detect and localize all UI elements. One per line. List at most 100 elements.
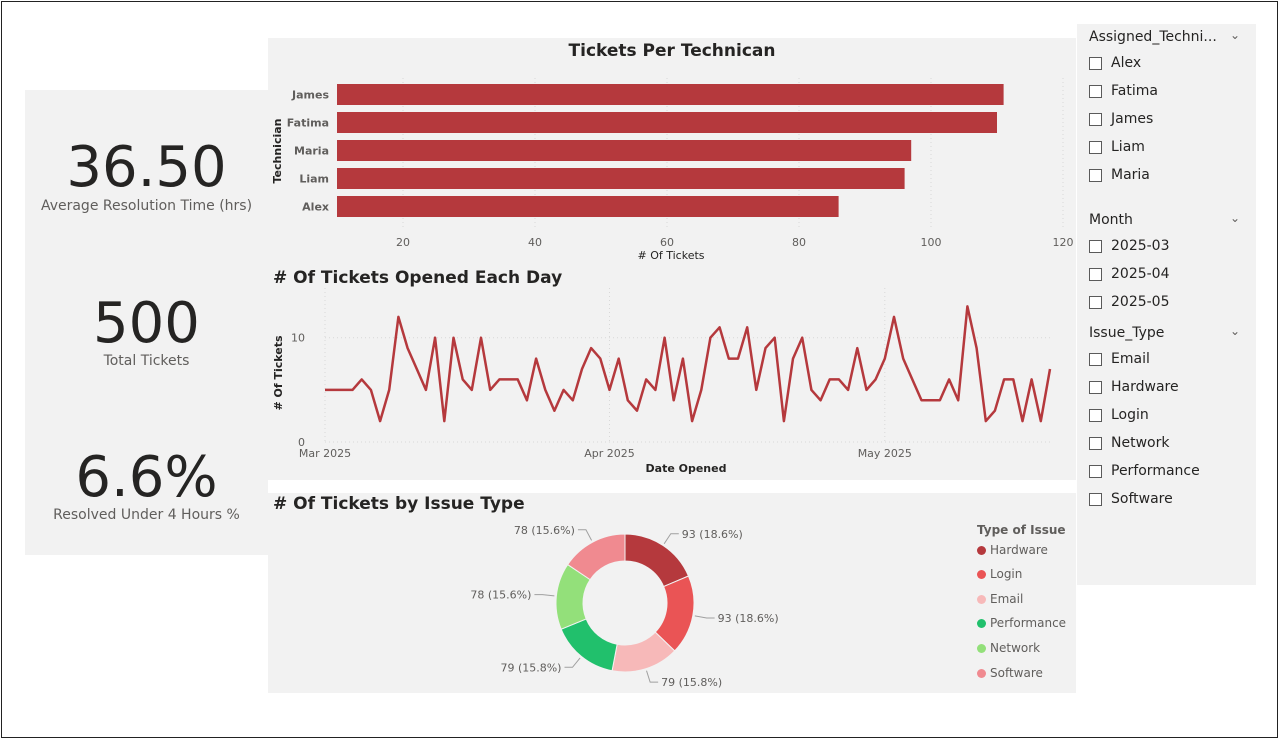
checkbox[interactable] (1089, 239, 1102, 253)
leader-line (694, 615, 715, 619)
total-tickets-label: Total Tickets (103, 353, 190, 369)
technician-slicer-title: Assigned_Techni... (1089, 29, 1217, 45)
legend-label: Hardware (990, 543, 1048, 557)
x-tick-label: 20 (396, 236, 410, 249)
month-slicer-title: Month (1089, 212, 1133, 228)
checkbox[interactable] (1089, 352, 1102, 366)
legend-dot (977, 545, 986, 555)
bar (337, 168, 905, 189)
slicer-option-label: Hardware (1111, 379, 1179, 395)
checkbox[interactable] (1089, 84, 1102, 98)
y-tick-label: James (291, 89, 329, 102)
legend-item-hardware[interactable]: Hardware (977, 543, 1048, 557)
checkbox[interactable] (1089, 492, 1102, 506)
checkbox[interactable] (1089, 408, 1102, 422)
slicer-option-label: Maria (1111, 167, 1150, 183)
y-tick-label: Fatima (287, 117, 329, 130)
legend-dot (977, 594, 986, 604)
data-label: 79 (15.8%) (500, 661, 561, 674)
bar (337, 84, 1004, 105)
issue-type-slicer-title: Issue_Type (1089, 325, 1165, 341)
data-label: 93 (18.6%) (682, 528, 743, 541)
y-axis-label: Technician (271, 118, 284, 183)
x-tick-label: Apr 2025 (584, 447, 635, 460)
slicer-option-label: 2025-05 (1111, 294, 1170, 310)
donut-chart: 93 (18.6%) 93 (18.6%) 79 (15.8%) 79 (15.8%)… (470, 524, 779, 689)
data-label: 78 (15.6%) (514, 524, 575, 537)
chevron-down-icon[interactable]: ⌄ (1230, 28, 1240, 42)
slicer-option-performance[interactable]: Performance (1089, 462, 1200, 480)
leader-line (663, 533, 679, 545)
legend-item-performance[interactable]: Performance (977, 616, 1066, 630)
slicer-option-network[interactable]: Network (1089, 434, 1169, 452)
total-tickets-value: 500 (93, 291, 200, 356)
donut-slice (560, 618, 618, 672)
slicer-option-2025-05[interactable]: 2025-05 (1089, 293, 1170, 311)
resolved-percent-value: 6.6% (75, 445, 218, 510)
legend-title: Type of Issue (977, 523, 1066, 537)
legend-dot (977, 643, 986, 653)
slicer-option-label: Performance (1111, 463, 1200, 479)
slicer-option-2025-03[interactable]: 2025-03 (1089, 237, 1170, 255)
legend-label: Performance (990, 616, 1067, 630)
avg-resolution-value: 36.50 (66, 135, 227, 200)
checkbox[interactable] (1089, 436, 1102, 450)
slicer-option-email[interactable]: Email (1089, 350, 1150, 368)
legend-item-network[interactable]: Network (977, 641, 1040, 655)
checkbox[interactable] (1089, 112, 1102, 126)
checkbox[interactable] (1089, 295, 1102, 309)
chevron-down-icon[interactable]: ⌄ (1230, 211, 1240, 225)
legend-item-email[interactable]: Email (977, 592, 1023, 606)
y-tick-label: Alex (302, 201, 329, 214)
x-tick-label: 100 (921, 236, 942, 249)
slicer-option-label: Alex (1111, 55, 1142, 71)
checkbox[interactable] (1089, 56, 1102, 70)
bar (337, 112, 997, 133)
x-tick-label: 60 (660, 236, 674, 249)
checkbox[interactable] (1089, 140, 1102, 154)
slicer-option-liam[interactable]: Liam (1089, 138, 1145, 156)
slicer-option-label: Email (1111, 351, 1150, 367)
slicer-option-label: Software (1111, 491, 1173, 507)
resolved-percent-label: Resolved Under 4 Hours % (53, 507, 240, 523)
slicer-option-software[interactable]: Software (1089, 490, 1173, 508)
slicer-option-label: Login (1111, 407, 1149, 423)
checkbox[interactable] (1089, 380, 1102, 394)
slicer-option-james[interactable]: James (1089, 110, 1153, 128)
leader-line (534, 594, 555, 597)
slicer-option-alex[interactable]: Alex (1089, 54, 1141, 72)
x-tick-label: May 2025 (858, 447, 912, 460)
slicer-option-fatima[interactable]: Fatima (1089, 82, 1158, 100)
y-axis-label: # Of Tickets (272, 335, 285, 411)
leader-line (577, 529, 593, 541)
legend-item-software[interactable]: Software (977, 666, 1043, 680)
legend-item-login[interactable]: Login (977, 567, 1022, 581)
x-tick-label: 40 (528, 236, 542, 249)
bar-chart: 20 40 60 80 100 120 James Fatima Maria Liam Alex # … (271, 78, 1074, 262)
bar (337, 196, 839, 217)
slicer-option-login[interactable]: Login (1089, 406, 1149, 424)
data-label: 78 (15.6%) (470, 589, 531, 602)
x-tick-label: 80 (792, 236, 806, 249)
donut-slice (624, 533, 690, 588)
legend-dot (977, 618, 986, 628)
bar (337, 140, 912, 161)
slicer-option-hardware[interactable]: Hardware (1089, 378, 1179, 396)
y-tick-label: Liam (299, 173, 329, 186)
slicer-option-label: Fatima (1111, 83, 1158, 99)
x-axis-label: # Of Tickets (637, 249, 704, 262)
slicer-option-2025-04[interactable]: 2025-04 (1089, 265, 1170, 283)
x-tick-label: 120 (1053, 236, 1074, 249)
chevron-down-icon[interactable]: ⌄ (1230, 324, 1240, 338)
data-label: 93 (18.6%) (718, 612, 779, 625)
legend-label: Network (990, 641, 1041, 655)
checkbox[interactable] (1089, 267, 1102, 281)
slicer-option-maria[interactable]: Maria (1089, 166, 1150, 184)
legend-label: Email (990, 592, 1024, 606)
checkbox[interactable] (1089, 464, 1102, 478)
slicer-option-label: Network (1111, 435, 1170, 451)
legend-dot (977, 569, 986, 579)
legend-dot (977, 668, 986, 678)
data-label: 79 (15.8%) (661, 676, 722, 689)
checkbox[interactable] (1089, 168, 1102, 182)
